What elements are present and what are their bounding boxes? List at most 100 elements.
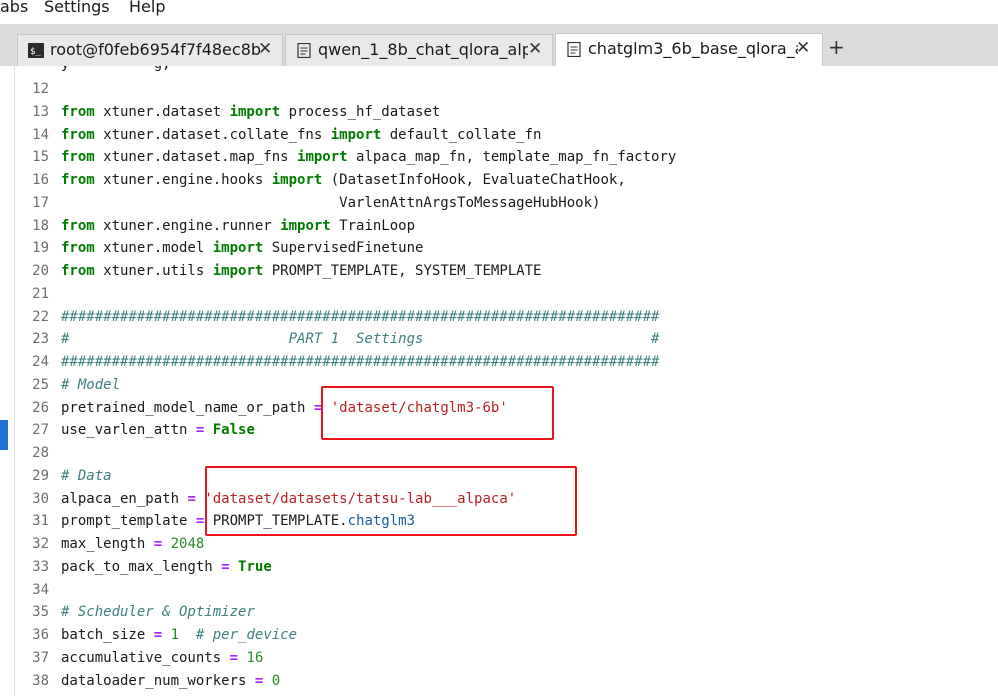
line-number: 12 — [32, 81, 49, 97]
code-line: 12 — [15, 78, 61, 100]
close-icon[interactable]: ✕ — [528, 39, 542, 59]
tab-label: qwen_1_8b_chat_qlora_alp — [318, 40, 528, 59]
menu-help[interactable]: Help — [129, 0, 165, 16]
code-token: = — [187, 490, 196, 507]
code-editor[interactable]: y g, 12 13 from xtuner.dataset import proc… — [15, 66, 998, 696]
code-token: # PART 1 Settings # — [61, 331, 660, 348]
line-number: 23 — [32, 331, 49, 348]
code-token: 1 — [170, 627, 180, 643]
code-token: xtuner.model — [94, 240, 213, 257]
code-token: TrainLoop — [330, 217, 416, 234]
code-token: prompt_template — [61, 513, 196, 530]
code-token: from — [61, 126, 95, 143]
code-line: 18 from xtuner.engine.runner import Train… — [15, 215, 415, 237]
code-token: import — [280, 217, 331, 234]
code-line: 34 — [15, 579, 61, 601]
code-token: default_collate_fn — [381, 126, 542, 143]
code-line: 25 # Model — [15, 374, 120, 396]
line-number: 16 — [32, 172, 49, 188]
code-token: dataloader_num_workers — [61, 672, 255, 689]
code-line: 36 batch_size = 1 # per_device — [15, 624, 297, 646]
selection-marker — [0, 420, 8, 450]
code-token: from — [61, 172, 95, 188]
code-line: 13 from xtuner.dataset import process_hf_… — [15, 101, 440, 123]
code-token: = — [153, 627, 163, 643]
code-line: 15 from xtuner.dataset.map_fns import alp… — [15, 146, 676, 168]
document-icon — [297, 43, 311, 58]
highlight-box-model-path — [321, 386, 554, 440]
close-icon[interactable]: ✕ — [796, 38, 810, 58]
document-icon — [567, 42, 581, 57]
code-token: ########################################… — [61, 354, 660, 370]
code-line: 21 — [15, 283, 61, 305]
line-number: 30 — [32, 490, 49, 507]
close-icon[interactable]: ✕ — [258, 39, 272, 59]
code-token: = — [221, 558, 230, 575]
code-line: 19 from xtuner.model import SupervisedFin… — [15, 237, 423, 259]
code-token: import — [297, 149, 348, 166]
code-token: (DatasetInfoHook, EvaluateChatHook, — [322, 172, 626, 188]
line-number: 24 — [32, 354, 49, 370]
line-number: 21 — [32, 285, 49, 302]
code-token: use_varlen_attn — [61, 422, 196, 439]
code-token: VarlenAttnArgsToMessageHubHook) — [61, 194, 601, 211]
line-number: 34 — [32, 581, 49, 598]
code-line: 24 ######################################… — [15, 351, 659, 373]
code-token: pack_to_max_length — [61, 558, 222, 575]
code-token: alpaca_map_fn, template_map_fn_factory — [347, 149, 677, 166]
new-tab-button[interactable]: + — [828, 35, 845, 59]
line-number: 18 — [32, 217, 49, 234]
code-token: True — [238, 558, 272, 575]
line-number: 35 — [32, 604, 49, 621]
tab-chatglm3-config[interactable]: chatglm3_6b_base_qlora_a ✕ — [555, 33, 823, 66]
code-line: 16 from xtuner.engine.hooks import (Datas… — [15, 169, 626, 191]
code-token: xtuner.dataset.collate_fns — [94, 126, 331, 143]
code-token: # per_device — [195, 627, 298, 643]
code-line: 32 max_length = 2048 — [15, 533, 204, 555]
line-number: 33 — [32, 558, 49, 575]
code-token: False — [212, 422, 255, 439]
code-token: ########################################… — [61, 308, 660, 325]
code-token: = — [153, 536, 163, 552]
tab-qwen-config[interactable]: qwen_1_8b_chat_qlora_alp ✕ — [285, 34, 553, 66]
code-token: from — [61, 240, 95, 257]
code-token: xtuner.engine.runner — [94, 217, 281, 234]
code-token: import — [212, 240, 264, 257]
svg-text:$_: $_ — [30, 47, 41, 57]
line-number: 26 — [32, 399, 49, 416]
menu-tabs[interactable]: abs — [0, 0, 28, 16]
code-token: 0 — [271, 672, 281, 689]
line-number: 37 — [32, 649, 49, 666]
code-line: 28 — [15, 442, 61, 464]
code-token: from — [61, 263, 95, 279]
code-line: 23 # PART 1 Settings # — [15, 328, 659, 350]
code-token: 16 — [246, 649, 264, 666]
tab-strip: $_ root@f0feb6954f7f48ec8b ✕ qwen_1_8b_c… — [0, 24, 998, 66]
code-token: xtuner.utils — [94, 263, 213, 279]
line-number: 22 — [32, 308, 49, 325]
terminal-icon: $_ — [28, 43, 44, 58]
code-token: import — [212, 263, 264, 279]
line-number: 15 — [32, 149, 49, 166]
partial-code-line: y g, — [61, 66, 171, 75]
code-token: import — [271, 172, 323, 188]
code-token: xtuner.engine.hooks — [94, 172, 272, 188]
code-token: from — [61, 103, 95, 120]
code-token: = — [229, 649, 239, 666]
code-token: # Scheduler & Optimizer — [61, 604, 255, 621]
code-token: pretrained_model_name_or_path — [61, 399, 314, 416]
code-line: 20 from xtuner.utils import PROMPT_TEMPLA… — [15, 260, 541, 282]
line-number: 13 — [32, 103, 49, 120]
code-line: 33 pack_to_max_length = True — [15, 556, 272, 578]
tab-terminal[interactable]: $_ root@f0feb6954f7f48ec8b ✕ — [17, 34, 283, 66]
code-line: 27 use_varlen_attn = False — [15, 419, 255, 441]
code-token: xtuner.dataset.map_fns — [94, 149, 298, 166]
line-number: 38 — [32, 672, 49, 689]
menu-settings[interactable]: Settings — [44, 0, 110, 16]
code-token: max_length — [61, 536, 154, 552]
code-token: from — [61, 217, 95, 234]
